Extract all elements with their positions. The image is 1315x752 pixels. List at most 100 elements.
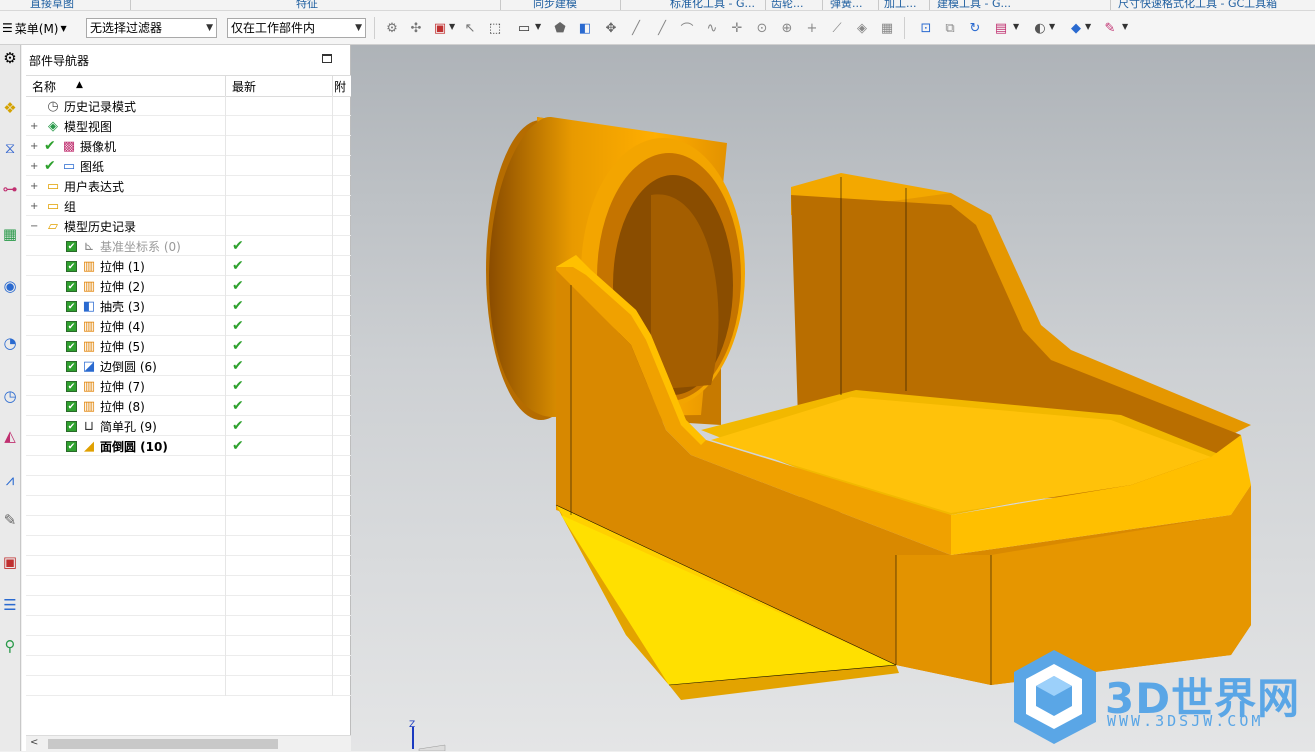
constraint-navigator-icon[interactable]: ⧖	[0, 137, 20, 159]
chevron-down-icon[interactable]: ▼	[449, 22, 455, 31]
process-icon[interactable]: ⚲	[0, 635, 20, 657]
feature-checkbox[interactable]: ✔	[66, 398, 77, 414]
ribbon-group-label[interactable]: 直接草图	[30, 0, 74, 10]
cube-icon[interactable]: ◆	[1068, 20, 1084, 36]
pointer-icon[interactable]: ↖	[462, 20, 478, 36]
tree-row[interactable]: + ✔ ▭ 图纸	[26, 156, 362, 176]
render-icon[interactable]: ◐	[1032, 20, 1048, 36]
tools-icon[interactable]: ✎	[0, 509, 20, 531]
tree-row[interactable]: + ◈ 模型视图	[26, 116, 362, 136]
visualization-icon[interactable]: ◭	[0, 425, 20, 447]
point-icon[interactable]: ✛	[729, 20, 745, 36]
tree-row[interactable]: ✔ ▥ 拉伸 (1) ✔	[26, 256, 362, 276]
tree-row[interactable]: ✔ ▥ 拉伸 (5) ✔	[26, 336, 362, 356]
clock-icon[interactable]: ◷	[0, 385, 20, 407]
tree-row[interactable]: ✔ ⊔ 简单孔 (9) ✔	[26, 416, 362, 436]
tree-row[interactable]: ✔ ⊾ 基准坐标系 (0) ✔	[26, 236, 362, 256]
fit-icon[interactable]: ⊡	[918, 20, 934, 36]
column-name[interactable]: 名称	[32, 78, 56, 95]
history-icon[interactable]: ◔	[0, 332, 20, 354]
3d-model[interactable]	[351, 45, 1315, 751]
sort-ascending-icon[interactable]: ▲	[76, 80, 83, 90]
spline-icon[interactable]: ∿	[704, 20, 720, 36]
ribbon-group-label[interactable]: 弹簧...	[830, 0, 863, 10]
edit-icon[interactable]: ✎	[1102, 20, 1118, 36]
expand-icon[interactable]: +	[30, 138, 40, 154]
tree-row[interactable]: − ▱ 模型历史记录	[26, 216, 362, 236]
collapse-icon[interactable]: −	[30, 218, 40, 234]
feature-checkbox[interactable]: ✔	[66, 338, 77, 354]
display-icon[interactable]: ▤	[993, 20, 1009, 36]
ribbon-group-label[interactable]: 尺寸快速格式化工具 - GC工具箱	[1118, 0, 1277, 10]
tree-row[interactable]: ◷ 历史记录模式	[26, 96, 362, 116]
feature-checkbox[interactable]: ✔	[66, 358, 77, 374]
chevron-down-icon[interactable]: ▼	[1049, 22, 1055, 31]
visibility-check-icon[interactable]: ✔	[44, 138, 56, 154]
ribbon-group-label[interactable]: 齿轮...	[771, 0, 804, 10]
tree-row[interactable]: ✔ ▥ 拉伸 (8) ✔	[26, 396, 362, 416]
move-icon[interactable]: ✥	[603, 20, 619, 36]
ribbon-group-label[interactable]: 标准化工具 - G...	[670, 0, 755, 10]
ribbon-group-label[interactable]: 同步建模	[533, 0, 577, 10]
tangent-icon[interactable]: ⟋	[829, 20, 845, 36]
arc-icon[interactable]: ⌒	[679, 20, 695, 38]
chevron-down-icon[interactable]: ▼	[1122, 22, 1128, 31]
rotate-icon[interactable]: ↻	[967, 20, 983, 36]
graphics-window[interactable]: Z 3D世界网 WWW.3DSJW.COM	[351, 45, 1315, 751]
circle-icon[interactable]: ⊙	[754, 20, 770, 36]
line2-icon[interactable]: ╱	[654, 20, 670, 36]
selection-scope-dropdown[interactable]: 仅在工作部件内 ▼	[227, 18, 366, 38]
maximize-icon[interactable]	[322, 54, 332, 63]
rect-select-icon[interactable]: ▭	[516, 20, 532, 36]
feature-checkbox[interactable]: ✔	[66, 418, 77, 434]
tree-row[interactable]: ✔ ▥ 拉伸 (7) ✔	[26, 376, 362, 396]
tree-row[interactable]: + ▭ 用户表达式	[26, 176, 362, 196]
box-select-icon[interactable]: ⬚	[487, 20, 503, 36]
ribbon-group-label[interactable]: 建模工具 - G...	[937, 0, 1011, 10]
line-icon[interactable]: ╱	[628, 20, 644, 36]
menu-button[interactable]: ☰ 菜单(M) ▼	[2, 18, 67, 38]
feature-checkbox[interactable]: ✔	[66, 238, 77, 254]
grid-icon[interactable]: ▦	[879, 20, 895, 36]
feature-checkbox[interactable]: ✔	[66, 278, 77, 294]
tree-row[interactable]: ✔ ◢ 面倒圆 (10) ✔	[26, 436, 362, 456]
select-all-icon[interactable]: ▣	[432, 20, 448, 36]
shaded-icon[interactable]: ⬟	[552, 20, 568, 36]
part-navigator-icon[interactable]: ⊶	[0, 178, 20, 200]
center-icon[interactable]: ⊕	[779, 20, 795, 36]
face-icon[interactable]: ◈	[854, 20, 870, 36]
scroll-left-icon[interactable]: <	[30, 737, 38, 748]
horizontal-scrollbar[interactable]: < >	[26, 735, 362, 752]
feature-checkbox[interactable]: ✔	[66, 258, 77, 274]
palette-icon[interactable]: ⩘	[0, 469, 20, 491]
column-latest[interactable]: 最新	[232, 78, 256, 95]
chevron-down-icon[interactable]: ▼	[1085, 22, 1091, 31]
tree-row[interactable]: + ▭ 组	[26, 196, 362, 216]
expand-icon[interactable]: +	[30, 198, 40, 214]
expand-icon[interactable]: +	[30, 118, 40, 134]
ribbon-group-label[interactable]: 特征	[296, 0, 318, 10]
tree-row[interactable]: ✔ ◪ 边倒圆 (6) ✔	[26, 356, 362, 376]
tree-row[interactable]: ✔ ▥ 拉伸 (2) ✔	[26, 276, 362, 296]
reuse-library-icon[interactable]: ▦	[0, 223, 20, 245]
ribbon-group-label[interactable]: 加工...	[884, 0, 917, 10]
roles-icon[interactable]: ▣	[0, 551, 20, 573]
feature-checkbox[interactable]: ✔	[66, 438, 77, 454]
zoom-icon[interactable]: ⧉	[942, 20, 958, 36]
column-attach[interactable]: 附	[334, 78, 346, 95]
scrollbar-thumb[interactable]	[48, 739, 278, 749]
list-icon[interactable]: ☰	[0, 594, 20, 616]
web-browser-icon[interactable]: ◉	[0, 275, 20, 297]
expand-icon[interactable]: +	[30, 178, 40, 194]
snap-icon[interactable]: ✣	[408, 20, 424, 36]
chevron-down-icon[interactable]: ▼	[535, 22, 541, 31]
tree-row[interactable]: + ✔ ▩ 摄像机	[26, 136, 362, 156]
feature-checkbox[interactable]: ✔	[66, 378, 77, 394]
expand-icon[interactable]: +	[30, 158, 40, 174]
feature-checkbox[interactable]: ✔	[66, 298, 77, 314]
chevron-down-icon[interactable]: ▼	[1013, 22, 1019, 31]
type-filter-icon[interactable]: ⚙	[384, 20, 400, 36]
assembly-navigator-icon[interactable]: ❖	[0, 97, 20, 119]
plus-icon[interactable]: +	[804, 20, 820, 36]
solid-icon[interactable]: ◧	[577, 20, 593, 36]
